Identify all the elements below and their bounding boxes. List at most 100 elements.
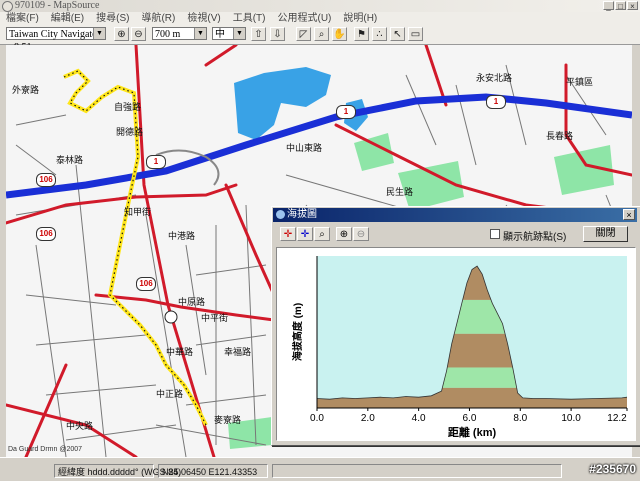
menu-utilities[interactable]: 公用程式(U) xyxy=(271,12,337,25)
menu-help[interactable]: 說明(H) xyxy=(337,12,383,25)
road-shield: 1 xyxy=(146,155,166,169)
zoom-in-icon: ⊕ xyxy=(339,229,349,240)
map-label: 自強路 xyxy=(114,102,142,112)
map-label: 知甲街 xyxy=(124,207,152,217)
map-label: 外寮路 xyxy=(12,85,40,95)
title-bar: 970109 - MapSource _ □ × xyxy=(0,0,640,12)
receive-from-device-button[interactable]: ⇩ xyxy=(270,27,285,41)
road-shield: 1 xyxy=(486,95,506,109)
x-tick-label: 8.0 xyxy=(513,413,527,424)
arrow-pointer-icon: ↖ xyxy=(393,29,402,40)
zoom-tool-button[interactable]: ⌕ xyxy=(314,227,330,241)
profile-zoom-in-button[interactable]: ⊕ xyxy=(336,227,352,241)
waypoint-marker[interactable] xyxy=(164,310,178,324)
profile-close-button[interactable]: × xyxy=(623,209,635,220)
crosshair-tool-button[interactable]: ✛ xyxy=(280,227,296,241)
measure-tool-button[interactable]: ▭ xyxy=(408,27,423,41)
menu-edit[interactable]: 編輯(E) xyxy=(45,12,90,25)
coord-format: 經緯度 hddd.ddddd° (WGS 84) xyxy=(54,464,181,478)
hand-tool-button[interactable]: ✋ xyxy=(332,27,347,41)
zoom-tool-button[interactable]: ⌕ xyxy=(314,27,329,41)
map-label: 中港路 xyxy=(168,231,196,241)
x-tick-label: 12.2 xyxy=(607,413,627,424)
map-label: 中正路 xyxy=(156,389,184,399)
route-icon: ∴ xyxy=(376,29,383,40)
magnifier-icon: ⌕ xyxy=(319,229,325,240)
map-label: 長春路 xyxy=(546,131,574,141)
toolbar: Taiwan City Navigator v8.51 ▼ ⊕ ⊖ 700 m … xyxy=(0,25,640,53)
minimize-button[interactable]: _ xyxy=(603,1,614,11)
zoom-out-icon: ⊖ xyxy=(356,229,366,240)
send-to-device-button[interactable]: ⇧ xyxy=(251,27,266,41)
menu-bar: 檔案(F) 編輯(E) 搜尋(S) 導航(R) 檢視(V) 工具(T) 公用程式… xyxy=(0,12,640,25)
route-tool-button[interactable]: ∴ xyxy=(372,27,387,41)
map-tool-button[interactable]: ◸ xyxy=(296,27,311,41)
x-tick-label: 0.0 xyxy=(310,413,324,424)
map-label: 中山東路 xyxy=(286,143,323,153)
profile-zoom-out-button[interactable]: ⊖ xyxy=(353,227,369,241)
zoom-level-select[interactable]: 700 m ▼ xyxy=(152,27,207,40)
status-panel-empty xyxy=(272,464,562,478)
y-axis-label: 海拔高度 (m) xyxy=(291,303,304,361)
crosshair-icon: ✛ xyxy=(300,229,310,240)
map-product-select[interactable]: Taiwan City Navigator v8.51 ▼ xyxy=(6,27,106,53)
zoom-out-icon: ⊖ xyxy=(134,29,143,40)
road-shield: 106 xyxy=(136,277,156,291)
map-label: 平鎮區 xyxy=(566,77,594,87)
map-label: 中央路 xyxy=(66,421,94,431)
show-points-label: 顯示航跡點(S) xyxy=(503,232,567,243)
menu-navigate[interactable]: 導航(R) xyxy=(135,12,181,25)
menu-tools[interactable]: 工具(T) xyxy=(227,12,272,25)
map-copyright: Da Guard Drmn @2007 xyxy=(8,446,83,453)
elevation-chart-svg: 0.0 2.0 4.0 6.0 8.0 10.0 12.2 距離 (km) 海拔高度 (m) xyxy=(291,256,628,439)
chevron-down-icon: ▼ xyxy=(93,28,105,39)
close-profile-button[interactable]: 關閉 xyxy=(583,226,628,242)
profile-title-bar: 海拔圖 × xyxy=(273,208,637,222)
select-tool-button[interactable]: ↖ xyxy=(390,27,405,41)
map-label: 民生路 xyxy=(386,187,414,197)
elevation-profile-window: 海拔圖 × ✛ ✛ ⌕ ⊕ ⊖ 顯示航跡點(S) 關閉 0.0 2.0 4.0 6.0… xyxy=(271,206,640,446)
chevron-down-icon: ▼ xyxy=(194,28,206,39)
crosshair-icon: ✛ xyxy=(283,229,293,240)
road-shield: 106 xyxy=(36,173,56,187)
zoom-out-button[interactable]: ⊖ xyxy=(131,27,146,41)
menu-file[interactable]: 檔案(F) xyxy=(0,12,45,25)
x-tick-label: 4.0 xyxy=(412,413,426,424)
zoom-in-icon: ⊕ xyxy=(117,29,126,40)
map-label: 泰林路 xyxy=(56,155,84,165)
x-axis-label: 距離 (km) xyxy=(448,425,497,439)
profile-window-icon xyxy=(276,210,285,219)
gps-receive-icon: ⇩ xyxy=(273,29,282,40)
map-label: 幸福路 xyxy=(224,347,252,357)
waypoint-tool-button[interactable]: ⚑ xyxy=(354,27,369,41)
detail-level-select[interactable]: 中 ▼ xyxy=(212,27,246,40)
map-label: 中平街 xyxy=(201,313,229,323)
map-label: 開德路 xyxy=(116,127,144,137)
lake-shape xyxy=(234,67,331,140)
hand-icon: ✋ xyxy=(333,29,346,40)
app-icon xyxy=(2,1,13,12)
cursor-coordinates: N25.06450 E121.43353 xyxy=(158,464,268,478)
menu-search[interactable]: 搜尋(S) xyxy=(90,12,135,25)
crosshair-blue-tool-button[interactable]: ✛ xyxy=(297,227,313,241)
ruler-icon: ▭ xyxy=(410,29,421,40)
map-label: 麥寮路 xyxy=(214,415,242,425)
zoom-level-value: 700 m xyxy=(155,29,181,40)
road-shield: 106 xyxy=(36,227,56,241)
map-tool-icon: ◸ xyxy=(299,29,308,40)
x-tick-label: 2.0 xyxy=(361,413,375,424)
x-tick-label: 6.0 xyxy=(463,413,477,424)
watermark: #235670 xyxy=(589,462,636,476)
show-points-checkbox[interactable] xyxy=(490,229,500,239)
close-button[interactable]: × xyxy=(627,1,638,11)
zoom-in-button[interactable]: ⊕ xyxy=(114,27,129,41)
map-label: 中華路 xyxy=(166,347,194,357)
window-title: 970109 - MapSource xyxy=(15,0,100,11)
profile-title: 海拔圖 xyxy=(287,209,317,220)
maximize-button[interactable]: □ xyxy=(615,1,626,11)
detail-level-value: 中 xyxy=(215,29,225,40)
magnifier-icon: ⌕ xyxy=(318,29,325,40)
menu-view[interactable]: 檢視(V) xyxy=(181,12,226,25)
road-shield: 1 xyxy=(336,105,356,119)
gps-send-icon: ⇧ xyxy=(254,29,263,40)
